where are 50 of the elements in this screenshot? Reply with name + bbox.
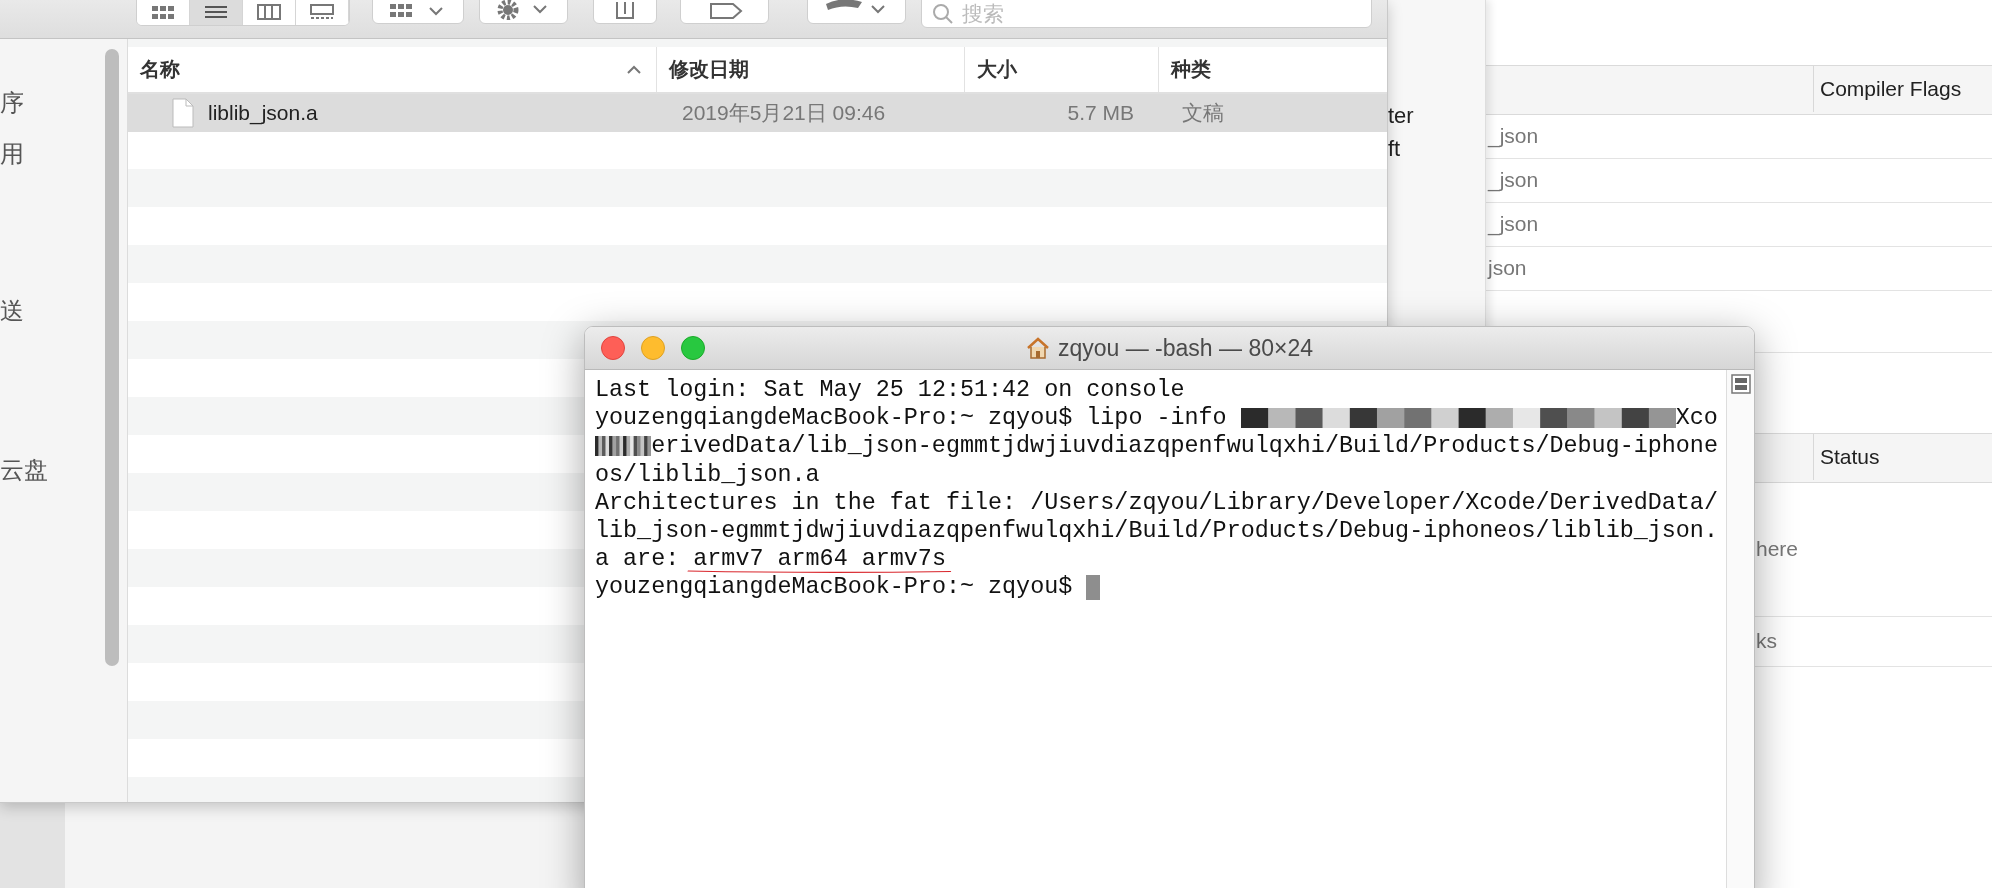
view-columns-icon: [255, 3, 283, 21]
sidebar-item[interactable]: 送: [0, 295, 24, 327]
document-icon: [172, 98, 194, 128]
list-item[interactable]: ter: [1388, 99, 1414, 133]
terminal-text: Last login: Sat May 25 12:51:42 on console: [595, 376, 1185, 405]
target-name: _json: [1488, 212, 1539, 236]
sidebar-item[interactable]: 用: [0, 138, 24, 170]
table-text: ks: [1756, 629, 1777, 653]
redaction-blur: [595, 436, 652, 457]
size-cell-text: 5.7 MB: [1066, 101, 1135, 125]
date-cell-text: 2019年5月21日 09:46: [681, 100, 887, 126]
column-header[interactable]: 种类: [1158, 47, 1387, 92]
column-header[interactable]: 名称: [128, 47, 656, 92]
terminal-text: youzengqiangdeMacBook-Pro:~ zqyou$ lipo -info: [595, 404, 1228, 433]
terminal-text: os/liblib_json.a: [595, 460, 820, 489]
terminal-text: Architectures in the fat file: /Users/zqyou/Library/Developer/Xcode/DerivedData/: [595, 488, 1718, 517]
sidebar-item[interactable]: 云盘: [0, 454, 48, 486]
sidebar-item[interactable]: 序: [0, 87, 24, 119]
file-name: liblib_json.a: [208, 101, 318, 125]
table-text: here: [1756, 536, 1799, 561]
column-header[interactable]: 修改日期: [656, 47, 964, 92]
target-name: _json: [1488, 168, 1539, 192]
target-name: _json: [1488, 124, 1539, 148]
column-header: Compiler Flags: [1813, 66, 1962, 112]
terminal-text: erivedData/lib_json-egmmtjdwjiuvdiazqpenfwulqxhi/Build/Products/Debug-iphone: [651, 432, 1718, 461]
list-item[interactable]: ft: [1388, 132, 1401, 166]
terminal-text: lib_json-egmmtjdwjiuvdiazqpenfwulqxhi/Build/Products/Debug-iphoneos/liblib_json.: [595, 516, 1718, 546]
column-header[interactable]: 大小: [964, 47, 1158, 92]
view-gallery-icon: [308, 3, 336, 21]
target-name: json: [1488, 256, 1527, 280]
search-field[interactable]: 搜索: [921, 0, 1372, 28]
terminal-text: a are:: [595, 545, 681, 574]
zoom-button[interactable]: [681, 336, 705, 360]
sort-caret-icon: [626, 64, 642, 75]
text-cursor: [1086, 574, 1101, 600]
close-button[interactable]: [601, 336, 625, 360]
terminal-text: Xco: [1675, 404, 1718, 433]
view-list-icon: [202, 3, 230, 21]
scrollbar[interactable]: [105, 49, 119, 666]
split-pane-icon[interactable]: [1730, 374, 1751, 394]
search-icon: [932, 3, 954, 25]
column-header: Status: [1813, 434, 1880, 480]
share-icon: [613, 0, 637, 20]
window-title: zqyou — -bash — 80×24: [1057, 334, 1314, 362]
house-icon: [1025, 336, 1050, 360]
terminal-text: armv7 arm64 armv7s: [693, 545, 946, 571]
view-icons-icon: [149, 3, 177, 21]
terminal-text: youzengqiangdeMacBook-Pro:~ zqyou$: [595, 573, 1074, 602]
file-row[interactable]: liblib_json.a 2019年5月21日 09:46 5.7 MB 文稿: [128, 94, 1387, 132]
kind-cell-text: 文稿: [1181, 100, 1225, 126]
